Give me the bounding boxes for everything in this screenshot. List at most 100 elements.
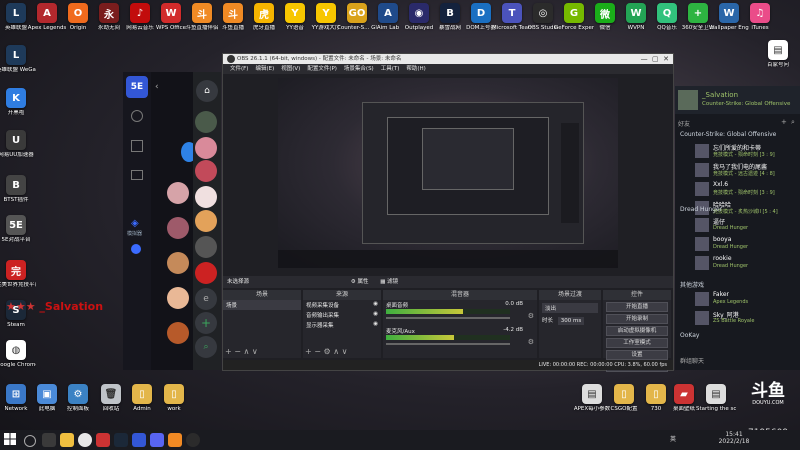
status-icon[interactable] [131,244,141,254]
home-icon[interactable] [131,110,143,122]
add-server-icon[interactable]: + [195,312,217,334]
obs-icon[interactable] [186,433,200,447]
friend-row[interactable]: Sky_阿港 ZS Battle Royale [693,309,797,329]
props-button[interactable]: ⚙ 属性 [351,279,369,285]
menu-item[interactable]: 帮助(H) [406,66,425,72]
volume-slider[interactable] [386,343,510,345]
app-icon: B [6,175,26,195]
control-button[interactable]: 开始录制 [606,314,668,324]
menu-item[interactable]: 场景集合(S) [344,66,374,72]
eye-icon[interactable]: ◉ [373,321,378,329]
source-item[interactable]: 视频采集设备 ◉ [303,300,381,310]
friend-name: Faker [713,291,729,298]
app-icon[interactable] [96,433,110,447]
desktop-icon[interactable]: 5E 5E对战平台 [0,215,36,244]
group-title[interactable]: OoKay [680,332,699,339]
desktop-icon[interactable]: ▯ work [154,384,194,413]
group-title[interactable]: 其他游戏 [680,280,704,289]
server-icon[interactable] [195,111,217,133]
gear-icon[interactable]: ⚙ [528,312,534,320]
source-controls[interactable]: + − ⚙ ∧ ∨ [305,347,347,356]
douyu-icon[interactable] [168,433,182,447]
wifi-icon[interactable]: ◈ [131,218,139,229]
start-icon[interactable] [4,433,16,445]
server-icon[interactable] [195,236,217,258]
avatar[interactable] [167,252,189,274]
control-button[interactable]: 设置 [606,350,668,360]
desktop-icon-right[interactable]: ▤ 百家号问 [758,40,798,69]
eye-icon[interactable]: ◉ [373,311,378,319]
chrome-icon[interactable] [78,433,92,447]
control-button[interactable]: 工作室模式 [606,338,668,348]
gear-icon[interactable]: ⚙ [528,338,534,346]
group-title[interactable]: Counter-Strike: Global Offensive [680,131,776,138]
avatar[interactable] [167,182,189,204]
eye-icon[interactable]: ◉ [373,301,378,309]
menu-item[interactable]: 编辑(E) [255,66,274,72]
source-item[interactable]: 音频输出采集 ◉ [303,310,381,320]
app-icon: O [68,3,88,23]
friend-status: Dread Hunger [713,225,749,231]
duration-input[interactable]: 300 ms [557,317,585,325]
friend-row[interactable]: 逼仔 Dread Hunger [693,216,797,236]
match-icon[interactable] [131,140,143,152]
desktop-icon[interactable]: U 网易UU加速器 [0,130,36,159]
rank-icon[interactable] [131,170,143,180]
discord-home-icon[interactable]: ⌂ [196,80,218,102]
scene-controls[interactable]: + − ∧ ∨ [225,347,258,356]
group-title[interactable]: Dread Hunger [680,206,722,213]
filters-button[interactable]: ▦ 滤镜 [380,279,398,285]
menu-item[interactable]: 配置文件(P) [307,66,337,72]
desktop-icon[interactable]: ▤ Starting the school year [696,384,736,413]
scene-item[interactable]: 场景 [223,300,301,310]
avatar[interactable] [167,287,189,309]
user-avatar[interactable] [678,90,698,110]
friend-row[interactable]: 忘们所爱的和卡蒂 竞技模式 - 殒命时刻 [3 : 9] [693,142,797,162]
source-item[interactable]: 显示器采集 ◉ [303,320,381,330]
friend-row[interactable]: Xxl.6 竞技模式 - 殒命时刻 [3 : 9] [693,180,797,200]
server-icon[interactable] [195,160,217,182]
server-icon[interactable] [195,137,217,159]
search-icon[interactable] [24,435,36,447]
obs-preview[interactable] [278,78,618,268]
desktop-icon[interactable]: 完完美世界竞技平台 [0,260,36,289]
friend-row[interactable]: booya Dread Hunger [693,235,797,255]
desktop-icon[interactable]: B BTST插件 [0,175,36,204]
menu-item[interactable]: 工具(T) [381,66,400,72]
transition-select[interactable]: 淡出 [542,303,598,313]
friend-row[interactable]: 我马了我们电的尾酱 竞技模式 - 远古遗迹 [4 : 8] [693,161,797,181]
fivee-icon[interactable] [132,433,146,447]
server-icon[interactable] [195,262,217,284]
window-controls[interactable]: — ▢ ✕ [641,54,669,64]
menu-item[interactable]: 文件(F) [230,66,248,72]
desktop-icon[interactable]: ◍ Google Chrome [0,340,36,369]
server-icon[interactable] [195,210,217,232]
server-icon[interactable]: e [195,288,217,310]
friend-row[interactable]: rookie Dread Hunger [693,254,797,274]
clock-time: 15:41 [725,431,743,438]
desktop-icon[interactable]: L 英雄联盟 WeGame版 [0,45,36,74]
add-friend-icon[interactable]: + [781,118,787,126]
input-language[interactable]: 英 [670,434,676,443]
clock[interactable]: 15:41 2022/2/18 [714,431,754,445]
control-button[interactable]: 开始直播 [606,302,668,312]
steam-icon[interactable] [114,433,128,447]
desktop-icon[interactable]: ♫ iTunes [740,3,780,32]
task-view-icon[interactable] [42,433,56,447]
group-chat-label[interactable]: 群组聊天 [680,356,704,365]
desktop-icon[interactable]: K 开黑啦 [0,88,36,117]
avatar[interactable] [167,322,189,344]
control-button[interactable]: 启动虚拟摄像机 [606,326,668,336]
server-icon[interactable] [195,186,217,208]
search-icon[interactable]: ⌕ [791,118,795,127]
avatar[interactable] [167,217,189,239]
volume-slider[interactable] [386,317,510,319]
fivee-logo[interactable]: 5E [126,76,148,98]
explorer-icon[interactable] [60,433,74,447]
app-icon: B [440,3,460,23]
explore-icon[interactable]: ⌕ [195,336,217,358]
discord-icon[interactable] [150,433,164,447]
friend-row[interactable]: Faker Apex Legends [693,290,797,310]
back-icon[interactable]: ‹ [155,82,159,92]
menu-item[interactable]: 视图(V) [281,66,300,72]
